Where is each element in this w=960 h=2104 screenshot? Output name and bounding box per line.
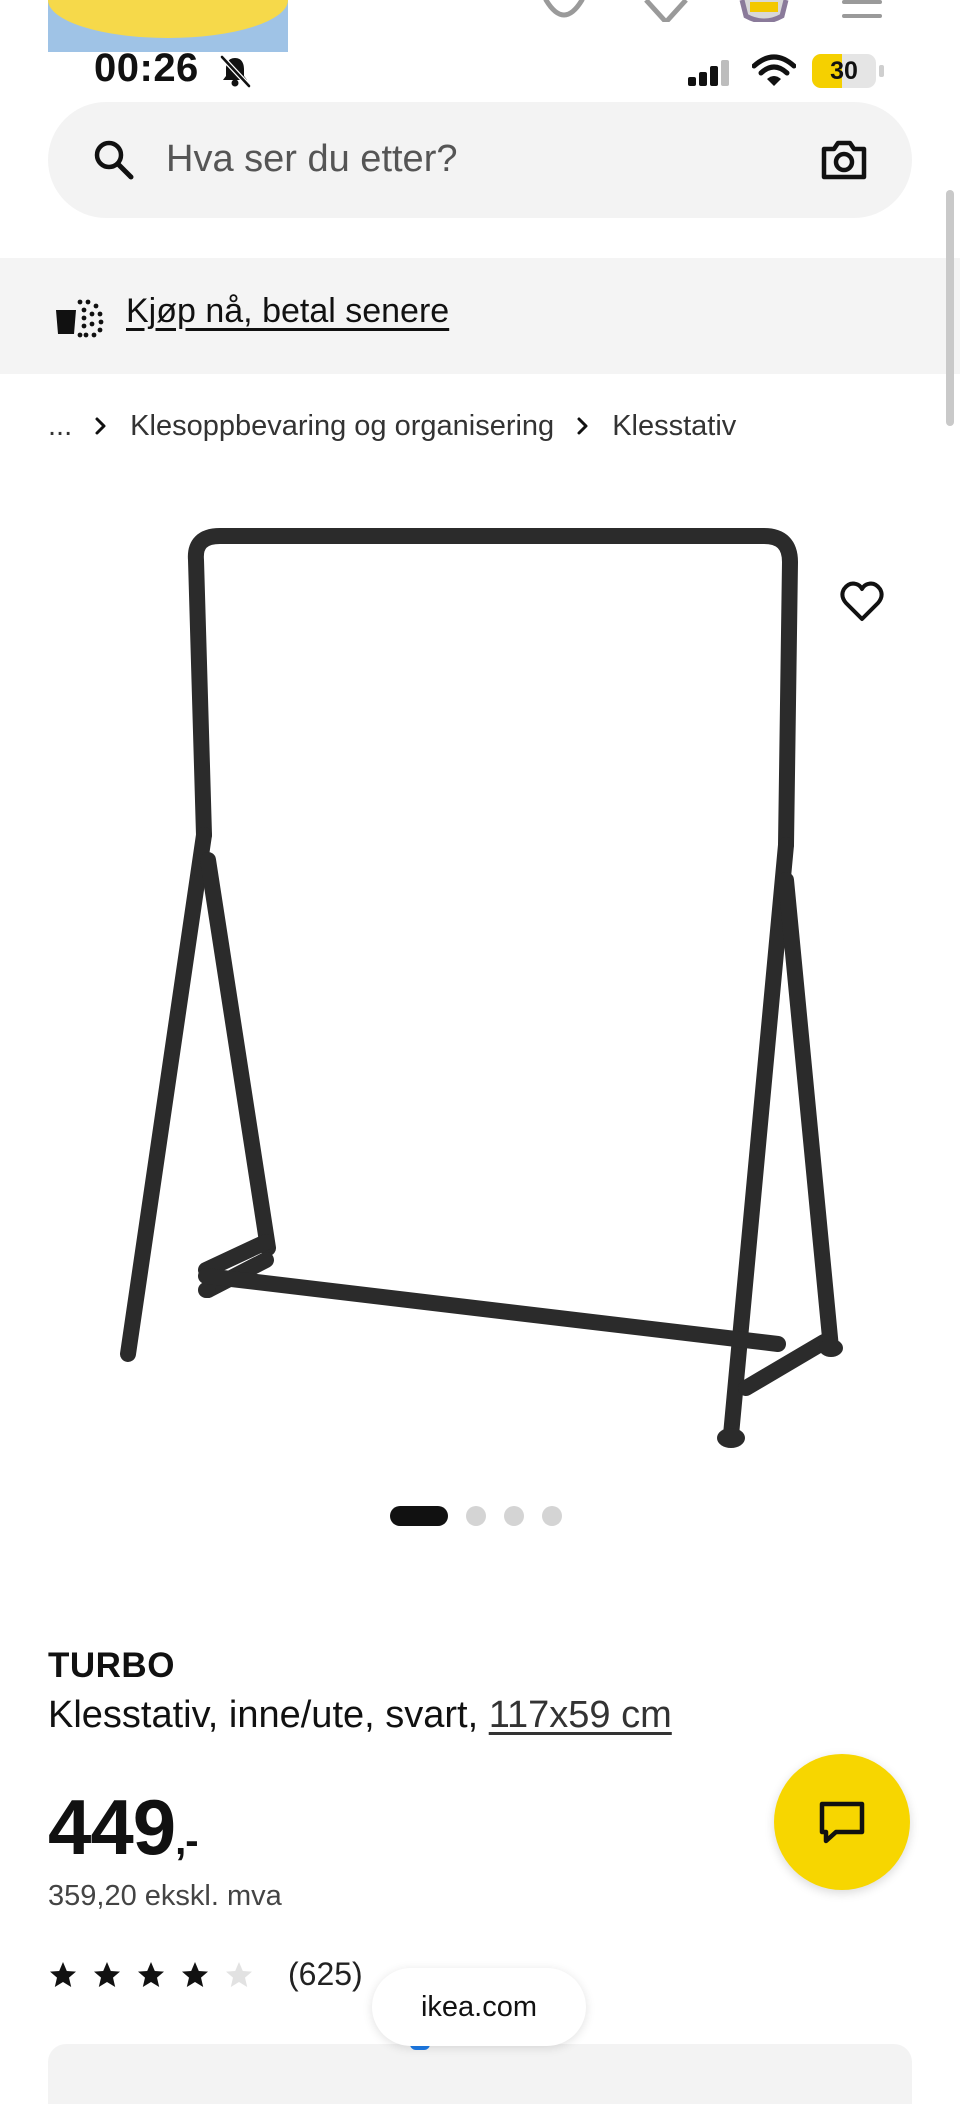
carousel-dot-active[interactable] xyxy=(390,1506,448,1526)
camera-icon[interactable] xyxy=(820,140,868,180)
product-rating[interactable]: (625) xyxy=(48,1956,363,1993)
search-bar[interactable]: Hva ser du etter? xyxy=(48,102,912,218)
product-price: 449,- xyxy=(48,1782,199,1873)
product-dimensions-link[interactable]: 117x59 cm xyxy=(489,1694,672,1736)
scrollbar[interactable] xyxy=(946,190,954,426)
chevron-right-icon xyxy=(92,414,110,438)
breadcrumb-ellipsis[interactable]: ... xyxy=(48,410,72,443)
chevron-right-icon xyxy=(574,414,592,438)
search-icon xyxy=(94,140,134,180)
profile-icon[interactable] xyxy=(540,0,588,22)
cellular-signal-icon xyxy=(688,60,729,86)
star-empty-icon xyxy=(226,1961,252,1987)
chat-icon xyxy=(819,1801,865,1844)
breadcrumb-item-clothes-storage[interactable]: Klesoppbevaring og organisering xyxy=(130,410,554,443)
menu-icon[interactable] xyxy=(840,0,884,22)
product-name: TURBO xyxy=(48,1646,175,1685)
cart-icon[interactable] xyxy=(736,0,792,22)
product-description-text: Klesstativ, inne/ute, svart, xyxy=(48,1694,479,1736)
installment-bag-icon xyxy=(56,299,104,338)
breadcrumb-item-clothes-rack[interactable]: Klesstativ xyxy=(612,410,736,443)
battery-tip xyxy=(879,65,884,77)
bell-slash-icon xyxy=(220,55,251,88)
carousel-dot[interactable] xyxy=(542,1506,562,1526)
price-amount: 449 xyxy=(48,1783,176,1871)
pay-later-banner[interactable]: Kjøp nå, betal senere xyxy=(0,258,960,374)
carousel-dot[interactable] xyxy=(466,1506,486,1526)
product-description: Klesstativ, inne/ute, svart, 117x59 cm xyxy=(48,1694,672,1737)
battery-indicator: 30 xyxy=(812,54,884,88)
logo-oval xyxy=(48,0,288,38)
star-filled-icon xyxy=(50,1961,76,1987)
product-image[interactable] xyxy=(96,500,876,1480)
carousel-dot[interactable] xyxy=(504,1506,524,1526)
heart-icon[interactable] xyxy=(838,578,886,626)
price-suffix: ,- xyxy=(175,1819,198,1863)
bottom-card xyxy=(48,2044,912,2104)
star-filled-icon xyxy=(182,1961,208,1987)
status-bar: 00:26 30 xyxy=(0,40,960,102)
chat-button[interactable] xyxy=(774,1754,910,1890)
breadcrumb: ... Klesoppbevaring og organisering Kles… xyxy=(48,406,736,446)
browser-url-pill[interactable]: ikea.com xyxy=(372,1968,586,2046)
battery-level: 30 xyxy=(830,57,858,85)
search-input[interactable]: Hva ser du etter? xyxy=(166,138,457,181)
review-count[interactable]: (625) xyxy=(288,1956,363,1993)
carousel-indicators xyxy=(390,1505,580,1527)
favorites-header-icon[interactable] xyxy=(642,0,690,22)
status-time: 00:26 xyxy=(94,46,199,90)
star-filled-icon xyxy=(94,1961,120,1987)
star-filled-icon xyxy=(138,1961,164,1987)
price-ex-vat: 359,20 ekskl. mva xyxy=(48,1880,282,1912)
wifi-icon xyxy=(752,54,796,86)
pay-later-link[interactable]: Kjøp nå, betal senere xyxy=(126,292,449,331)
